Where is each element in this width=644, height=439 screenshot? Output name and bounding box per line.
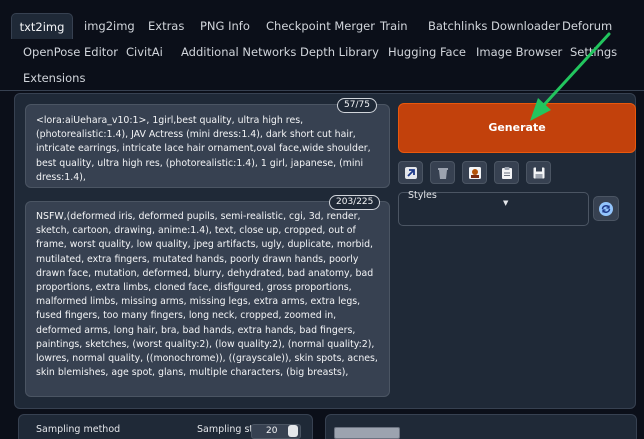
annotation-arrow <box>530 32 611 121</box>
